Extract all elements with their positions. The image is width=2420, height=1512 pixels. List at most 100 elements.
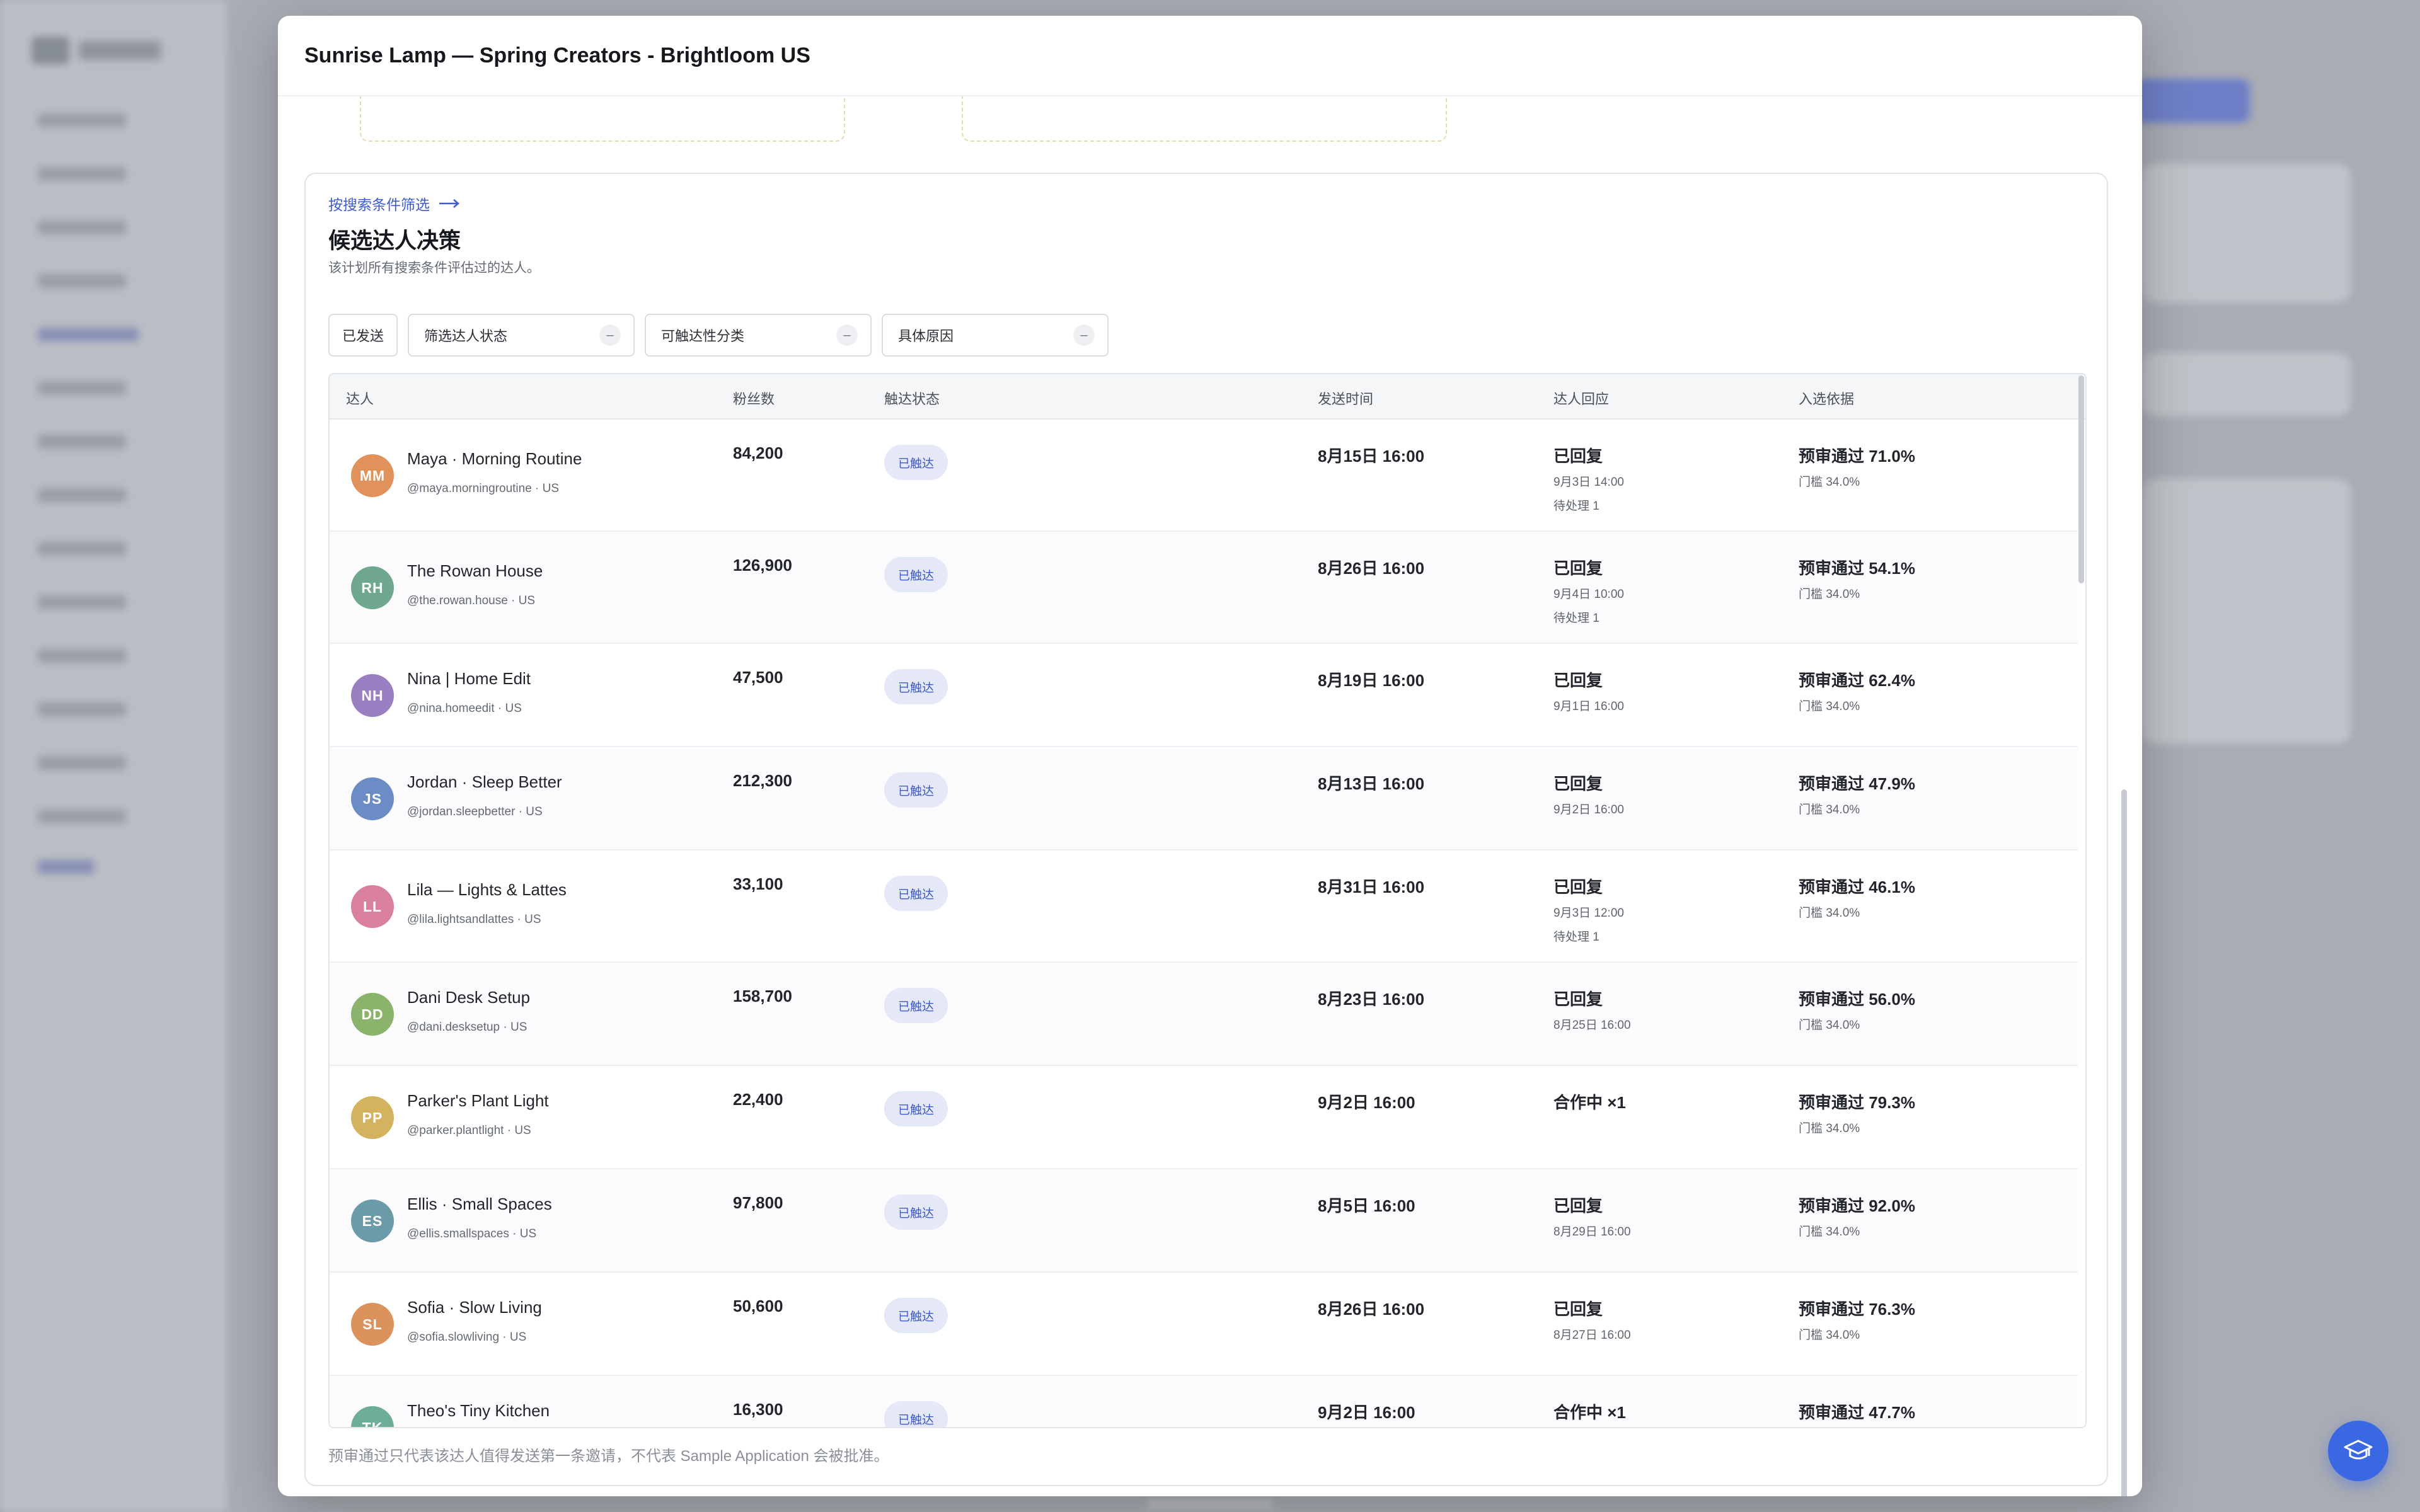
creator-name[interactable]: The Rowan House — [407, 561, 543, 581]
sent-time: 8月15日 16:00 — [1318, 447, 1425, 466]
avatar: LL — [351, 885, 394, 928]
follower-count: 212,300 — [733, 771, 792, 790]
prescreen-score: 预审通过 62.4% — [1799, 671, 1915, 690]
table-row[interactable]: TK Theo's Tiny Kitchen 16,300 已触达 9月2日 16:00… — [330, 1376, 2078, 1427]
help-button[interactable] — [2328, 1421, 2388, 1481]
creator-reply-status: 已回复 — [1553, 447, 1603, 466]
sent-filter-button[interactable]: 已发送 — [328, 314, 398, 357]
prescreen-score: 预审通过 46.1% — [1799, 878, 1915, 896]
table-row[interactable]: DD Dani Desk Setup @dani.desksetup · US 158… — [330, 963, 2078, 1066]
table-header: 达人 粉丝数 触达状态 发送时间 达人回应 入选依据 — [330, 374, 2085, 420]
background-logo-text — [79, 41, 161, 60]
reach-status-badge: 已触达 — [884, 1298, 948, 1333]
background-nav-item — [38, 274, 126, 288]
sent-time: 8月23日 16:00 — [1318, 990, 1425, 1009]
dashed-placeholder-card — [962, 96, 1447, 142]
table-row[interactable]: LL Lila — Lights & Lattes @lila.lightsandl… — [330, 850, 2078, 963]
creator-reply-status: 合作中 ×1 — [1553, 1093, 1626, 1112]
modal-body[interactable]: 按搜索条件筛选 候选达人决策 该计划所有搜索条件评估过的达人。 已发送 筛选达人… — [278, 96, 2142, 1496]
creator-name[interactable]: Dani Desk Setup — [407, 988, 530, 1007]
creator-name[interactable]: Maya · Morning Routine — [407, 449, 582, 469]
creator-reply-status: 已回复 — [1553, 990, 1603, 1009]
creator-handle: @maya.morningroutine · US — [407, 482, 560, 495]
sent-time: 9月2日 16:00 — [1318, 1403, 1415, 1422]
creator-status-filter[interactable]: 筛选达人状态 – — [408, 314, 635, 357]
follower-count: 158,700 — [733, 987, 792, 1005]
prescreen-score: 预审通过 76.3% — [1799, 1300, 1915, 1319]
avatar: RH — [351, 566, 394, 609]
threshold: 门槛 34.0% — [1799, 700, 1860, 713]
column-header-sent-time: 发送时间 — [1318, 391, 1374, 407]
table-row[interactable]: JS Jordan · Sleep Better @jordan.sleepbett… — [330, 747, 2078, 850]
column-header-reach-status: 触达状态 — [884, 391, 940, 407]
table-scrollbar[interactable] — [2078, 375, 2084, 583]
panel-description: 该计划所有搜索条件评估过的达人。 — [328, 261, 540, 275]
creator-handle: @ellis.smallspaces · US — [407, 1227, 537, 1240]
background-nav-item — [38, 220, 126, 234]
reach-status-badge: 已触达 — [884, 772, 948, 808]
table-body[interactable]: MM Maya · Morning Routine @maya.morningrou… — [330, 420, 2078, 1427]
filter-bar: 已发送 筛选达人状态 – 可触达性分类 – 具体原因 – — [328, 314, 1109, 357]
creator-name[interactable]: Sofia · Slow Living — [407, 1298, 542, 1317]
reply-time: 9月2日 16:00 — [1553, 803, 1624, 816]
prescreen-score: 预审通过 71.0% — [1799, 447, 1915, 466]
creator-reply-status: 已回复 — [1553, 1196, 1603, 1215]
threshold: 门槛 34.0% — [1799, 1019, 1860, 1032]
creator-table: 达人 粉丝数 触达状态 发送时间 达人回应 入选依据 MM Maya · Morn… — [328, 373, 2087, 1428]
threshold: 门槛 34.0% — [1799, 588, 1860, 601]
creator-name[interactable]: Lila — Lights & Lattes — [407, 880, 567, 900]
background-nav-item — [38, 113, 126, 127]
sent-time: 8月13日 16:00 — [1318, 774, 1425, 793]
creator-handle: @dani.desksetup · US — [407, 1021, 527, 1034]
background-nav-item — [38, 649, 126, 663]
creator-handle: @parker.plantlight · US — [407, 1124, 531, 1137]
avatar: DD — [351, 993, 394, 1036]
table-row[interactable]: NH Nina | Home Edit @nina.homeedit · US 47,… — [330, 644, 2078, 747]
dashed-placeholder-card — [360, 96, 845, 142]
creator-name[interactable]: Theo's Tiny Kitchen — [407, 1401, 550, 1421]
threshold: 门槛 34.0% — [1799, 803, 1860, 816]
follower-count: 84,200 — [733, 444, 783, 462]
minus-icon[interactable]: – — [599, 324, 621, 346]
reachability-filter[interactable]: 可触达性分类 – — [645, 314, 872, 357]
creator-status-filter-label: 筛选达人状态 — [424, 328, 508, 344]
reach-status-badge: 已触达 — [884, 1091, 948, 1126]
reach-status-badge: 已触达 — [884, 876, 948, 911]
creator-name[interactable]: Ellis · Small Spaces — [407, 1194, 552, 1214]
sent-time: 8月26日 16:00 — [1318, 559, 1425, 578]
modal-scrollbar[interactable] — [2121, 789, 2127, 1496]
reply-time: 9月3日 12:00 — [1553, 907, 1624, 920]
sent-time: 8月31日 16:00 — [1318, 878, 1425, 896]
table-row[interactable]: SL Sofia · Slow Living @sofia.slowliving ·… — [330, 1273, 2078, 1376]
reply-time: 9月4日 10:00 — [1553, 588, 1624, 601]
creator-handle: @jordan.sleepbetter · US — [407, 805, 543, 818]
creator-name[interactable]: Jordan · Sleep Better — [407, 772, 562, 792]
reply-time: 8月25日 16:00 — [1553, 1019, 1631, 1032]
creator-decision-modal: Sunrise Lamp — Spring Creators - Brightl… — [278, 16, 2142, 1496]
follower-count: 126,900 — [733, 556, 792, 575]
creator-reply-status: 已回复 — [1553, 774, 1603, 793]
creator-name[interactable]: Parker's Plant Light — [407, 1091, 549, 1111]
sent-time: 8月5日 16:00 — [1318, 1196, 1415, 1215]
column-header-selection-basis: 入选依据 — [1799, 391, 1855, 407]
table-row[interactable]: ES Ellis · Small Spaces @ellis.smallspaces… — [330, 1169, 2078, 1273]
table-row[interactable]: RH The Rowan House @the.rowan.house · US 12… — [330, 532, 2078, 644]
avatar: SL — [351, 1303, 394, 1346]
modal-header: Sunrise Lamp — Spring Creators - Brightl… — [278, 16, 2142, 96]
prescreen-score: 预审通过 79.3% — [1799, 1093, 1915, 1112]
reason-filter[interactable]: 具体原因 – — [882, 314, 1109, 357]
background-card — [2143, 164, 2351, 302]
minus-icon[interactable]: – — [836, 324, 858, 346]
column-header-creator: 达人 — [346, 391, 374, 407]
candidate-decision-panel: 按搜索条件筛选 候选达人决策 该计划所有搜索条件评估过的达人。 已发送 筛选达人… — [304, 173, 2108, 1486]
creator-name[interactable]: Nina | Home Edit — [407, 669, 531, 689]
minus-icon[interactable]: – — [1073, 324, 1095, 346]
background-nav-item — [38, 702, 126, 716]
table-row[interactable]: MM Maya · Morning Routine @maya.morningrou… — [330, 420, 2078, 532]
follower-count: 16,300 — [733, 1400, 783, 1419]
arrow-right-icon — [439, 199, 459, 208]
table-row[interactable]: PP Parker's Plant Light @parker.plantlight… — [330, 1066, 2078, 1169]
threshold: 门槛 34.0% — [1799, 907, 1860, 920]
reason-filter-label: 具体原因 — [898, 328, 954, 344]
filter-by-search-link[interactable]: 按搜索条件筛选 — [328, 193, 460, 214]
